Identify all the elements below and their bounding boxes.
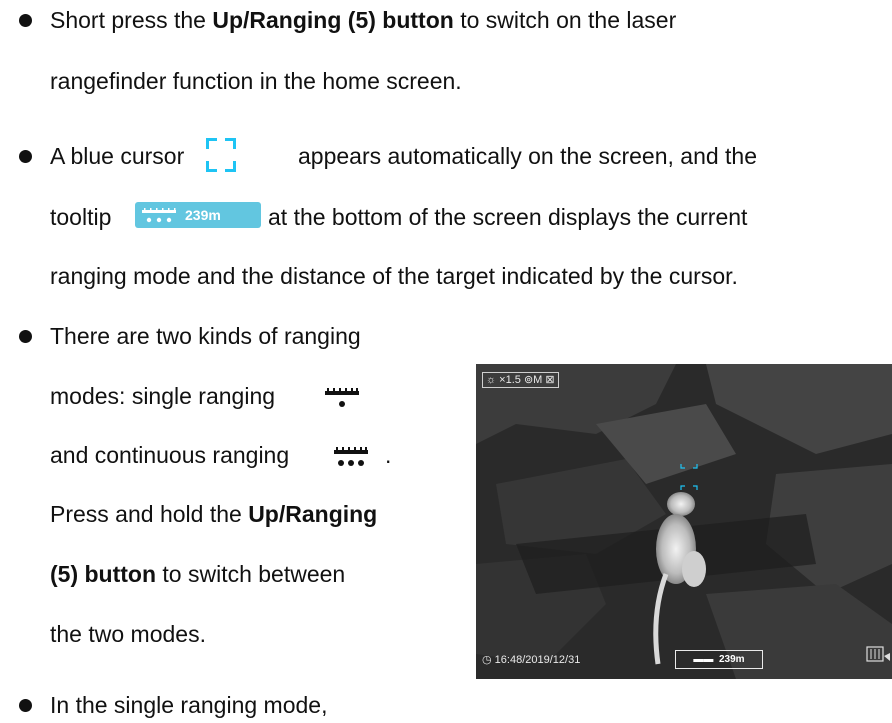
thermal-scene xyxy=(476,364,892,679)
thermal-timestamp: ◷ 16:48/2019/12/31 xyxy=(482,654,581,666)
bullet-dot xyxy=(19,330,32,343)
bullet-3-line-6: the two modes. xyxy=(50,621,206,647)
bullet-3-line-4: Press and hold the Up/Ranging xyxy=(50,501,378,527)
bullet-2-line-2-end: at the bottom of the screen displays the… xyxy=(268,204,748,230)
wifi-off-icon: ⊠ xyxy=(545,374,555,386)
bullet-1-line-2: rangefinder function in the home screen. xyxy=(50,68,462,94)
mode-icon: ⊚ xyxy=(523,374,534,386)
continuous-ranging-icon xyxy=(142,208,176,223)
single-ranging-icon: ▬▬ xyxy=(693,654,714,665)
thermal-viewfinder-image: ☼ ×1.5 ⊚M ⊠ ◷ 16:48/2019/12/31 ▬▬ 239m xyxy=(476,364,892,679)
blue-cursor-icon xyxy=(206,138,236,172)
bullet-3-line-2: modes: single ranging xyxy=(50,383,276,409)
bullet-3-line-5: (5) button to switch between xyxy=(50,561,346,587)
up-ranging-button-label: Up/Ranging (5) button xyxy=(212,7,454,33)
bullet-3-line-3-end: . xyxy=(385,442,392,468)
bullet-2-line-1: A blue cursor xyxy=(50,143,185,169)
bullet-dot xyxy=(19,14,32,27)
bullet-dot xyxy=(19,699,32,712)
tooltip-badge: 239m xyxy=(135,202,261,228)
thermal-hud-status: ☼ ×1.5 ⊚M ⊠ xyxy=(482,372,559,388)
bullet-2-line-2: tooltip xyxy=(50,204,112,230)
continuous-ranging-icon xyxy=(334,447,368,466)
single-ranging-icon xyxy=(325,388,359,407)
bullet-2-line-3: ranging mode and the distance of the tar… xyxy=(50,263,738,289)
bullet-dot xyxy=(19,150,32,163)
bullet-3-line-1: There are two kinds of ranging xyxy=(50,323,361,349)
tooltip-distance: 239m xyxy=(185,207,221,223)
bullet-3-line-3: and continuous ranging xyxy=(50,442,290,468)
clock-icon: ◷ xyxy=(482,654,492,666)
brightness-icon: ☼ xyxy=(486,374,497,386)
bullet-4-line-1: In the single ranging mode, xyxy=(50,692,328,718)
thermal-distance-badge: ▬▬ 239m xyxy=(675,650,763,669)
bullet-1-line-1: Short press the Up/Ranging (5) button to… xyxy=(50,7,677,33)
bullet-2-line-1-end: appears automatically on the screen, and… xyxy=(298,143,758,169)
